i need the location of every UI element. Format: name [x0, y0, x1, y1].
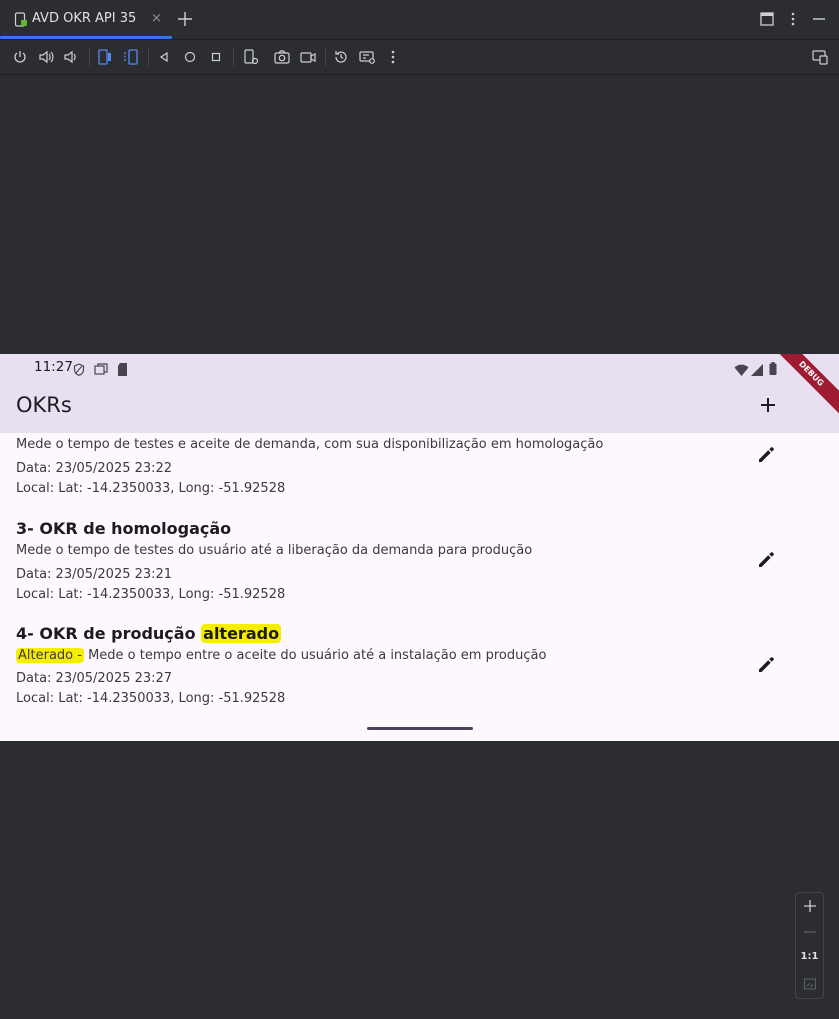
page-title: OKRs [16, 393, 72, 417]
okr-description: Mede o tempo de testes do usuário até a … [16, 543, 533, 558]
okr-date: Data: 23/05/2025 23:22 [16, 461, 173, 476]
window-layout-icon[interactable] [758, 10, 776, 28]
volume-up-icon[interactable] [37, 48, 55, 66]
edit-icon[interactable] [757, 444, 777, 464]
zoom-controls: 1:1 [795, 892, 824, 999]
okr-date: Data: 23/05/2025 23:21 [16, 567, 173, 582]
more-options-icon[interactable] [784, 10, 802, 28]
extended-controls-icon[interactable] [358, 48, 376, 66]
okr-description: Mede o tempo de testes e aceite de deman… [16, 437, 604, 452]
okr-title-text: 4- OKR de produção [16, 624, 202, 643]
list-item[interactable]: 3- OKR de homologação Mede o tempo de te… [0, 517, 839, 609]
rotate-right-icon[interactable] [122, 48, 140, 66]
power-icon[interactable] [11, 48, 29, 66]
zoom-in-button[interactable] [796, 897, 823, 917]
okr-description-highlight: Alterado - [16, 648, 84, 663]
home-icon[interactable] [181, 48, 199, 66]
device-mirror-icon[interactable] [811, 48, 829, 66]
okr-title: 4- OKR de produção alterado [16, 624, 282, 643]
status-bar: 11:27 [0, 354, 839, 381]
zoom-fit-button[interactable] [796, 976, 823, 995]
tab-avd[interactable]: AVD OKR API 35 × [0, 0, 172, 39]
okr-description: Alterado - Mede o tempo entre o aceite d… [16, 648, 546, 663]
device-icon [14, 12, 28, 31]
camera-icon[interactable] [273, 48, 291, 66]
edit-icon[interactable] [757, 654, 777, 674]
tab-bar: AVD OKR API 35 × [0, 0, 839, 40]
okr-location: Local: Lat: -14.2350033, Long: -51.92528 [16, 691, 286, 706]
shield-icon [73, 361, 85, 380]
gesture-navigation-bar[interactable] [367, 727, 473, 730]
battery-icon [769, 360, 777, 379]
new-tab-button[interactable] [176, 10, 194, 28]
toolbar-separator [233, 48, 234, 66]
okr-title-highlight: alterado [201, 624, 282, 643]
okr-date: Data: 23/05/2025 23:27 [16, 671, 173, 686]
wifi-icon [734, 361, 749, 380]
list-item[interactable]: Mede o tempo de testes e aceite de deman… [0, 433, 839, 505]
overview-icon[interactable] [207, 48, 225, 66]
edit-icon[interactable] [757, 549, 777, 569]
close-icon[interactable]: × [151, 11, 162, 26]
rotate-left-icon[interactable] [96, 48, 114, 66]
device-settings-icon[interactable] [242, 48, 260, 66]
zoom-out-button[interactable] [796, 923, 823, 943]
video-icon[interactable] [299, 48, 317, 66]
signal-icon [751, 361, 763, 380]
okr-location: Local: Lat: -14.2350033, Long: -51.92528 [16, 481, 286, 496]
okr-title: 3- OKR de homologação [16, 519, 232, 538]
okr-location: Local: Lat: -14.2350033, Long: -51.92528 [16, 587, 286, 602]
more-icon[interactable] [384, 48, 402, 66]
back-icon[interactable] [155, 48, 173, 66]
okr-description-text: Mede o tempo entre o aceite do usuário a… [83, 648, 547, 663]
list-item[interactable]: 4- OKR de produção alterado Alterado - M… [0, 622, 839, 714]
sd-card-icon [117, 361, 128, 380]
toolbar-separator [325, 48, 326, 66]
app-bar: OKRs [0, 381, 839, 433]
add-okr-button[interactable] [757, 394, 779, 416]
emulator-toolbar [0, 40, 839, 75]
minimize-icon[interactable] [810, 10, 828, 28]
status-time: 11:27 [34, 359, 73, 375]
device-screen[interactable]: 11:27 OKRs DEBUG Mede o tempo de testes … [0, 354, 839, 741]
toolbar-separator [89, 48, 90, 66]
screenshot-icon [94, 361, 108, 380]
volume-down-icon[interactable] [62, 48, 80, 66]
toolbar-separator [148, 48, 149, 66]
tab-active-indicator [0, 36, 172, 39]
snapshot-icon[interactable] [332, 48, 350, 66]
tab-title: AVD OKR API 35 [32, 11, 137, 26]
zoom-actual-size-button[interactable]: 1:1 [796, 951, 823, 962]
